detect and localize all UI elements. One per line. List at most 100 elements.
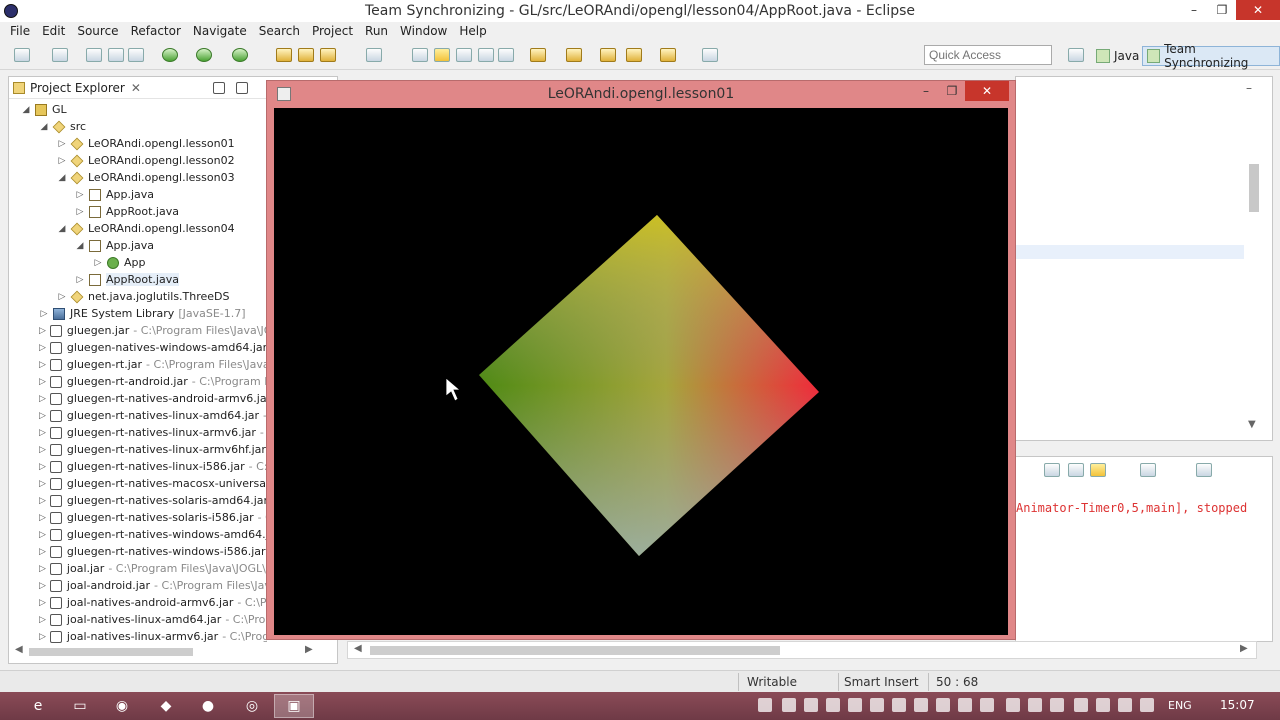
tree-item[interactable]: ▷ gluegen.jar - C:\Program Files\Java\JOG bbox=[9, 322, 267, 339]
gl-canvas[interactable] bbox=[274, 108, 1008, 635]
expand-arrow-icon[interactable]: ▷ bbox=[57, 156, 67, 166]
editor-hscrollbar[interactable]: ◀ ▶ bbox=[347, 641, 1257, 659]
expand-arrow-icon[interactable]: ▷ bbox=[57, 292, 67, 302]
tray-icon-15[interactable] bbox=[1074, 698, 1088, 712]
maximize-button[interactable]: ❐ bbox=[1208, 0, 1236, 20]
opengl-window[interactable]: LeORAndi.opengl.lesson01 – ❐ ✕ bbox=[266, 80, 1016, 640]
close-view-icon[interactable]: ✕ bbox=[131, 81, 141, 95]
expand-arrow-icon[interactable]: ▷ bbox=[39, 496, 46, 506]
menu-file[interactable]: File bbox=[4, 24, 36, 38]
back-history-icon[interactable] bbox=[626, 48, 642, 62]
expand-arrow-icon[interactable]: ◢ bbox=[75, 241, 85, 251]
open-type-icon[interactable] bbox=[276, 48, 292, 62]
open-icon[interactable] bbox=[52, 48, 68, 62]
tray-icon-5[interactable] bbox=[848, 698, 862, 712]
save-all-icon[interactable] bbox=[108, 48, 124, 62]
tree-item[interactable]: ▷ joal.jar - C:\Program Files\Java\JOGL\jo bbox=[9, 560, 267, 577]
run-icon[interactable] bbox=[196, 48, 212, 62]
tree-item[interactable]: ▷ gluegen-rt-natives-linux-i586.jar- C:\P… bbox=[9, 458, 267, 475]
pin-console-icon[interactable] bbox=[1090, 463, 1106, 477]
expand-arrow-icon[interactable]: ▷ bbox=[75, 190, 85, 200]
expand-arrow-icon[interactable]: ▷ bbox=[75, 207, 85, 217]
language-indicator[interactable]: ENG bbox=[1168, 699, 1192, 712]
toggle-mark-icon[interactable] bbox=[412, 48, 428, 62]
expand-arrow-icon[interactable]: ◢ bbox=[57, 224, 67, 234]
scroll-thumb[interactable] bbox=[29, 648, 193, 656]
menu-edit[interactable]: Edit bbox=[36, 24, 71, 38]
expand-arrow-icon[interactable]: ▷ bbox=[39, 530, 46, 540]
tray-icon-14[interactable] bbox=[1050, 698, 1064, 712]
debug-icon[interactable] bbox=[162, 48, 178, 62]
tree-item[interactable]: ▷ net.java.joglutils.ThreeDS bbox=[9, 288, 267, 305]
expand-arrow-icon[interactable]: ◢ bbox=[39, 122, 49, 132]
opengl-window-titlebar[interactable]: LeORAndi.opengl.lesson01 – ❐ ✕ bbox=[267, 81, 1015, 107]
ie-icon[interactable]: e bbox=[18, 694, 58, 718]
display-console-icon[interactable] bbox=[1140, 463, 1156, 477]
expand-arrow-icon[interactable]: ▷ bbox=[39, 309, 49, 319]
expand-arrow-icon[interactable]: ▷ bbox=[39, 326, 46, 336]
tray-icon-11[interactable] bbox=[980, 698, 994, 712]
scroll-right-icon[interactable]: ▶ bbox=[305, 644, 313, 655]
clear-console-icon[interactable] bbox=[1044, 463, 1060, 477]
gl-close-button[interactable]: ✕ bbox=[965, 81, 1009, 101]
menu-project[interactable]: Project bbox=[306, 24, 359, 38]
expand-arrow-icon[interactable]: ▷ bbox=[39, 394, 46, 404]
menu-help[interactable]: Help bbox=[453, 24, 492, 38]
java-app-taskbar-icon[interactable]: ▣ bbox=[274, 694, 314, 718]
tray-icon-13[interactable] bbox=[1028, 698, 1042, 712]
expand-arrow-icon[interactable]: ▷ bbox=[57, 139, 67, 149]
pin-editor-icon[interactable] bbox=[702, 48, 718, 62]
tree-item[interactable]: ▷ joal-natives-linux-armv6.jar- C:\Progra bbox=[9, 628, 267, 645]
tray-icon-10[interactable] bbox=[958, 698, 972, 712]
tree-item[interactable]: ◢ GL bbox=[9, 101, 267, 118]
menu-window[interactable]: Window bbox=[394, 24, 453, 38]
tray-icon-9[interactable] bbox=[936, 698, 950, 712]
tree-item[interactable]: ◢ src bbox=[9, 118, 267, 135]
tree-item[interactable]: ◢ LeORAndi.opengl.lesson04 bbox=[9, 220, 267, 237]
gl-maximize-button[interactable]: ❐ bbox=[939, 81, 965, 101]
expand-arrow-icon[interactable]: ▷ bbox=[39, 377, 46, 387]
java-perspective-button[interactable]: Java bbox=[1092, 46, 1143, 66]
scroll-right-icon[interactable]: ▶ bbox=[1240, 643, 1248, 654]
menu-run[interactable]: Run bbox=[359, 24, 394, 38]
save-icon[interactable] bbox=[86, 48, 102, 62]
vscroll-thumb[interactable] bbox=[1249, 164, 1259, 212]
tree-item[interactable]: ▷ AppRoot.java bbox=[9, 271, 267, 288]
expand-arrow-icon[interactable]: ▷ bbox=[39, 581, 46, 591]
new-icon[interactable] bbox=[14, 48, 30, 62]
bluetooth-icon[interactable] bbox=[914, 698, 928, 712]
print-icon[interactable] bbox=[128, 48, 144, 62]
expand-arrow-icon[interactable]: ▷ bbox=[39, 513, 46, 523]
tree-item[interactable]: ▷ joal-natives-android-armv6.jar- C:\Pro bbox=[9, 594, 267, 611]
tree-item[interactable]: ▷ gluegen-rt-android.jar- C:\Program File bbox=[9, 373, 267, 390]
tray-icon-4[interactable] bbox=[826, 698, 840, 712]
tree-item[interactable]: ▷ gluegen-rt.jar - C:\Program Files\Java\J bbox=[9, 356, 267, 373]
menu-refactor[interactable]: Refactor bbox=[125, 24, 187, 38]
new-class-icon[interactable] bbox=[320, 48, 336, 62]
team-sync-perspective-button[interactable]: Team Synchronizing bbox=[1142, 42, 1280, 70]
gl-minimize-button[interactable]: – bbox=[913, 81, 939, 101]
new-package-icon[interactable] bbox=[298, 48, 314, 62]
paragraph-icon[interactable] bbox=[498, 48, 514, 62]
link-editor-icon[interactable] bbox=[235, 81, 248, 94]
back-icon[interactable] bbox=[600, 48, 616, 62]
clock[interactable]: 15:07 bbox=[1220, 698, 1255, 712]
menu-search[interactable]: Search bbox=[253, 24, 306, 38]
expand-arrow-icon[interactable]: ◢ bbox=[21, 105, 31, 115]
tray-icon-12[interactable] bbox=[1006, 698, 1020, 712]
expand-arrow-icon[interactable]: ◢ bbox=[57, 173, 67, 183]
expand-arrow-icon[interactable]: ▷ bbox=[39, 598, 46, 608]
tray-icon-1[interactable] bbox=[758, 698, 772, 712]
tree-item[interactable]: ▷gluegen-rt-natives-linux-amd64.jar- C: bbox=[9, 407, 267, 424]
tray-icon-3[interactable] bbox=[804, 698, 818, 712]
tree-item[interactable]: ▷ gluegen-rt-natives-windows-amd64.jar bbox=[9, 526, 267, 543]
expand-arrow-icon[interactable]: ▷ bbox=[93, 258, 103, 268]
collapse-all-icon[interactable] bbox=[212, 81, 225, 94]
open-perspective-icon[interactable] bbox=[1068, 48, 1084, 62]
expand-arrow-icon[interactable]: ▷ bbox=[39, 462, 46, 472]
expand-arrow-icon[interactable]: ▷ bbox=[39, 479, 46, 489]
tree-item[interactable]: ▷gluegen-rt-natives-solaris-i586.jar- C:… bbox=[9, 509, 267, 526]
tree-item[interactable]: ◢ LeORAndi.opengl.lesson03 bbox=[9, 169, 267, 186]
tree-item[interactable]: ▷ JRE System Library [JavaSE-1.7] bbox=[9, 305, 267, 322]
tree-item[interactable]: ▷ App.java bbox=[9, 186, 267, 203]
